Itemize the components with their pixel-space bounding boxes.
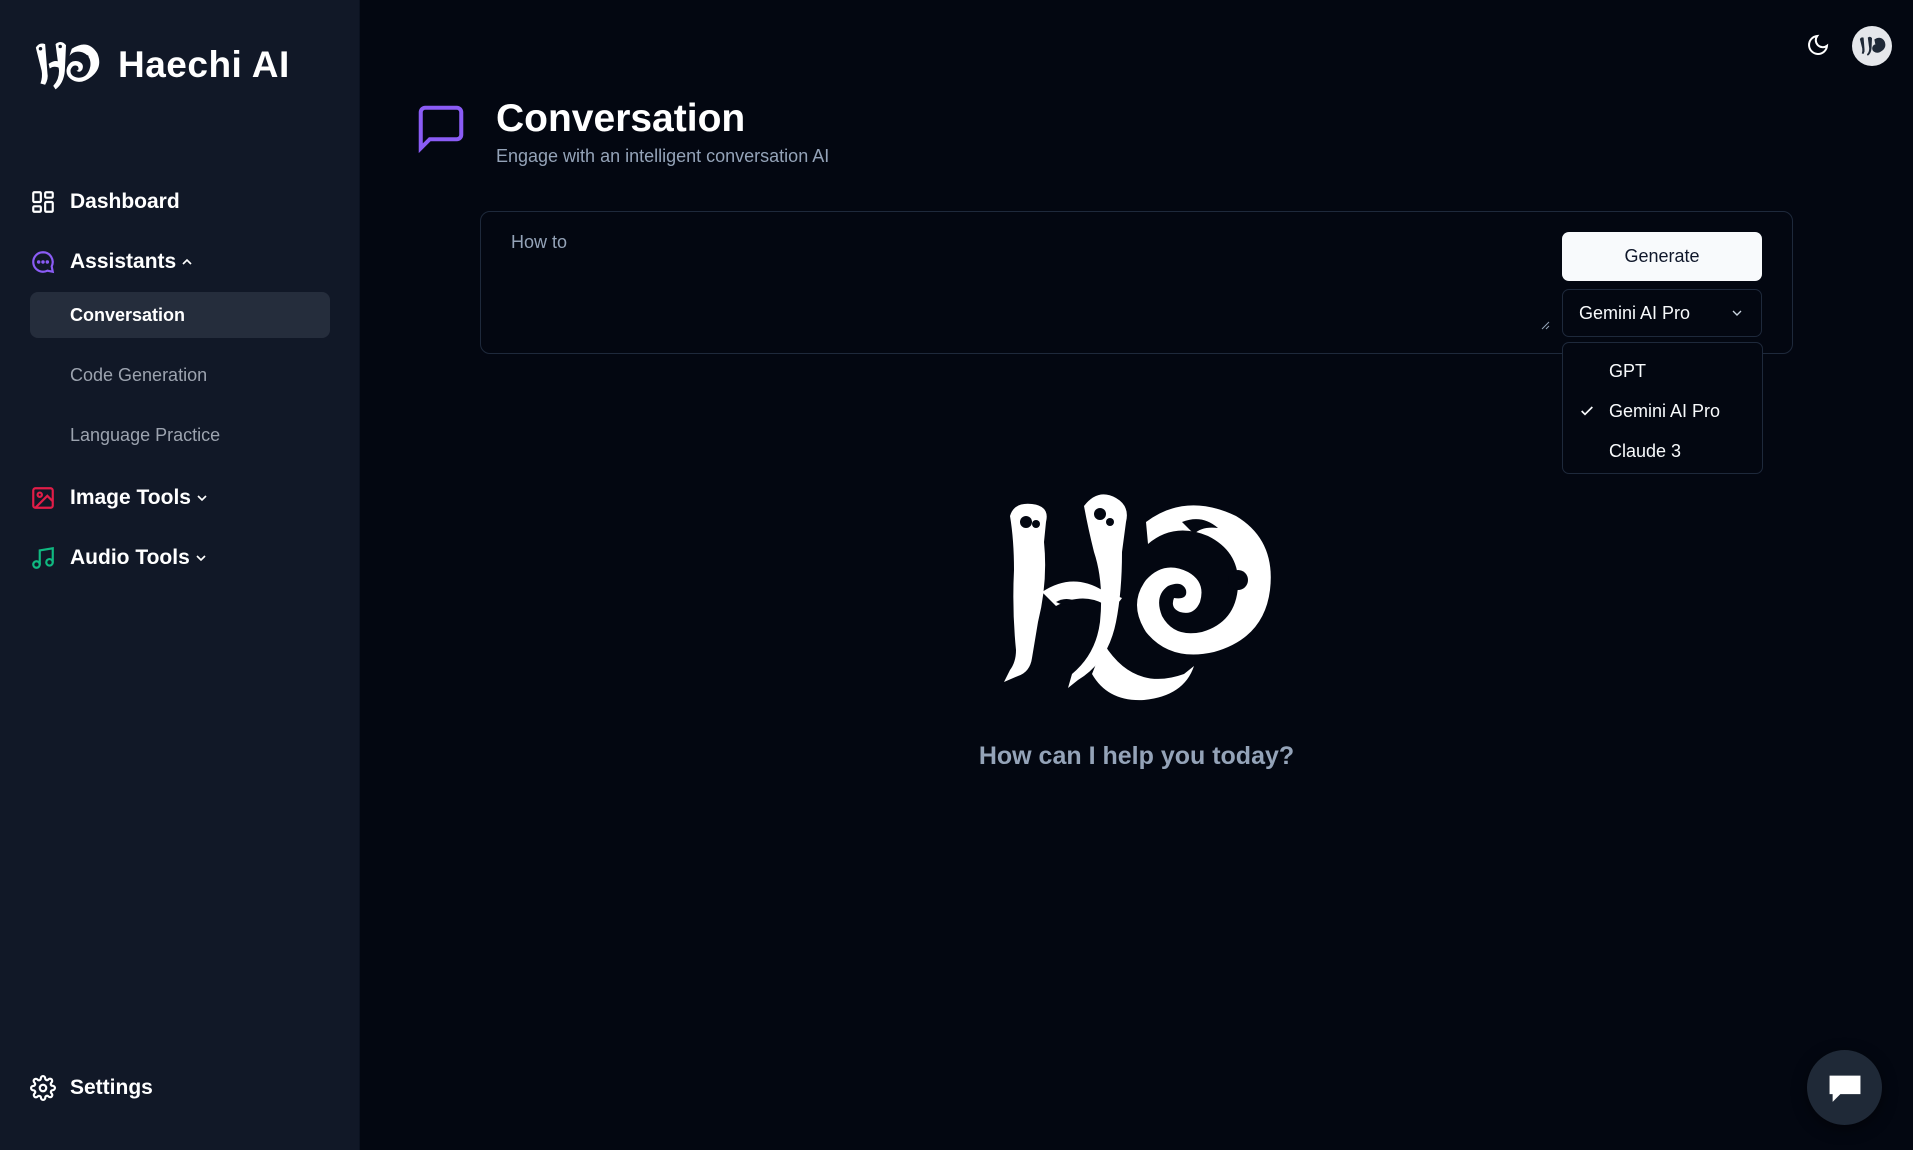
model-option-gpt[interactable]: GPT [1563,351,1762,391]
chevron-down-icon [1729,305,1745,321]
model-select[interactable]: Gemini AI Pro [1562,289,1762,337]
generate-button[interactable]: Generate [1562,232,1762,281]
haechi-logo-icon [1004,494,1271,701]
sidebar-item-label: Dashboard [70,190,180,213]
user-avatar[interactable] [1852,26,1892,66]
sidebar-item-label: Audio Tools [70,546,190,569]
empty-state-message: How can I help you today? [978,742,1295,770]
brand-name: Haechi AI [118,44,290,85]
model-dropdown-menu: GPT Gemini AI Pro Claude 3 [1562,342,1763,474]
chat-bubble-icon [30,249,56,275]
chevron-down-icon [193,550,209,566]
sidebar-item-dashboard[interactable]: Dashboard [30,178,330,226]
page-subtitle: Engage with an intelligent conversation … [496,146,830,166]
message-square-icon [418,105,464,154]
sidebar-item-image-tools[interactable]: Image Tools [30,474,330,522]
chat-widget-button[interactable] [1807,1050,1882,1125]
music-note-icon [30,545,56,571]
sidebar-subitem-language-practice[interactable]: Language Practice [30,412,330,458]
user-avatar-icon [1859,36,1886,56]
sidebar-item-assistants[interactable]: Assistants [30,238,330,286]
page-title: Conversation [496,97,746,140]
sidebar-item-label: Image Tools [70,486,191,509]
model-select-value: Gemini AI Pro [1579,302,1691,323]
brand[interactable]: Haechi AI [30,36,290,94]
resize-grip-icon[interactable] [1540,320,1550,330]
chevron-up-icon [179,254,195,270]
sidebar-item-settings[interactable]: Settings [30,1075,153,1101]
model-option-gemini-ai-pro[interactable]: Gemini AI Pro [1563,391,1762,431]
sidebar-item-audio-tools[interactable]: Audio Tools [30,534,330,582]
header-text: Conversation Engage with an intelligent … [496,96,829,167]
assistants-submenu: Conversation Code Generation Language Pr… [30,292,330,458]
sidebar-subitem-conversation[interactable]: Conversation [30,292,330,338]
settings-label: Settings [70,1076,153,1099]
haechi-logo-icon [35,42,100,90]
sidebar-item-label: Assistants [70,250,177,273]
image-icon [30,485,56,511]
chat-icon [1829,1075,1860,1102]
app-root: Haechi AI Dashboard Assistants Conversat… [0,0,1913,1150]
moon-icon [1808,34,1829,55]
dashboard-grid-icon [30,189,56,215]
sidebar-subitem-code-generation[interactable]: Code Generation [30,352,330,398]
option-label: Claude 3 [1609,440,1682,461]
option-label: GPT [1609,360,1647,381]
prompt-input[interactable] [511,232,1521,328]
chevron-down-icon [194,490,210,506]
page-header: Conversation Engage with an intelligent … [414,96,829,167]
check-icon [1581,406,1593,416]
option-label: Gemini AI Pro [1609,400,1721,421]
sidebar-nav: Dashboard Assistants Conversation Code G… [30,178,330,594]
sidebar: Haechi AI Dashboard Assistants Conversat… [0,0,360,1150]
gear-icon [30,1075,56,1101]
model-option-claude-3[interactable]: Claude 3 [1563,431,1762,471]
theme-toggle-button[interactable] [1803,30,1833,60]
